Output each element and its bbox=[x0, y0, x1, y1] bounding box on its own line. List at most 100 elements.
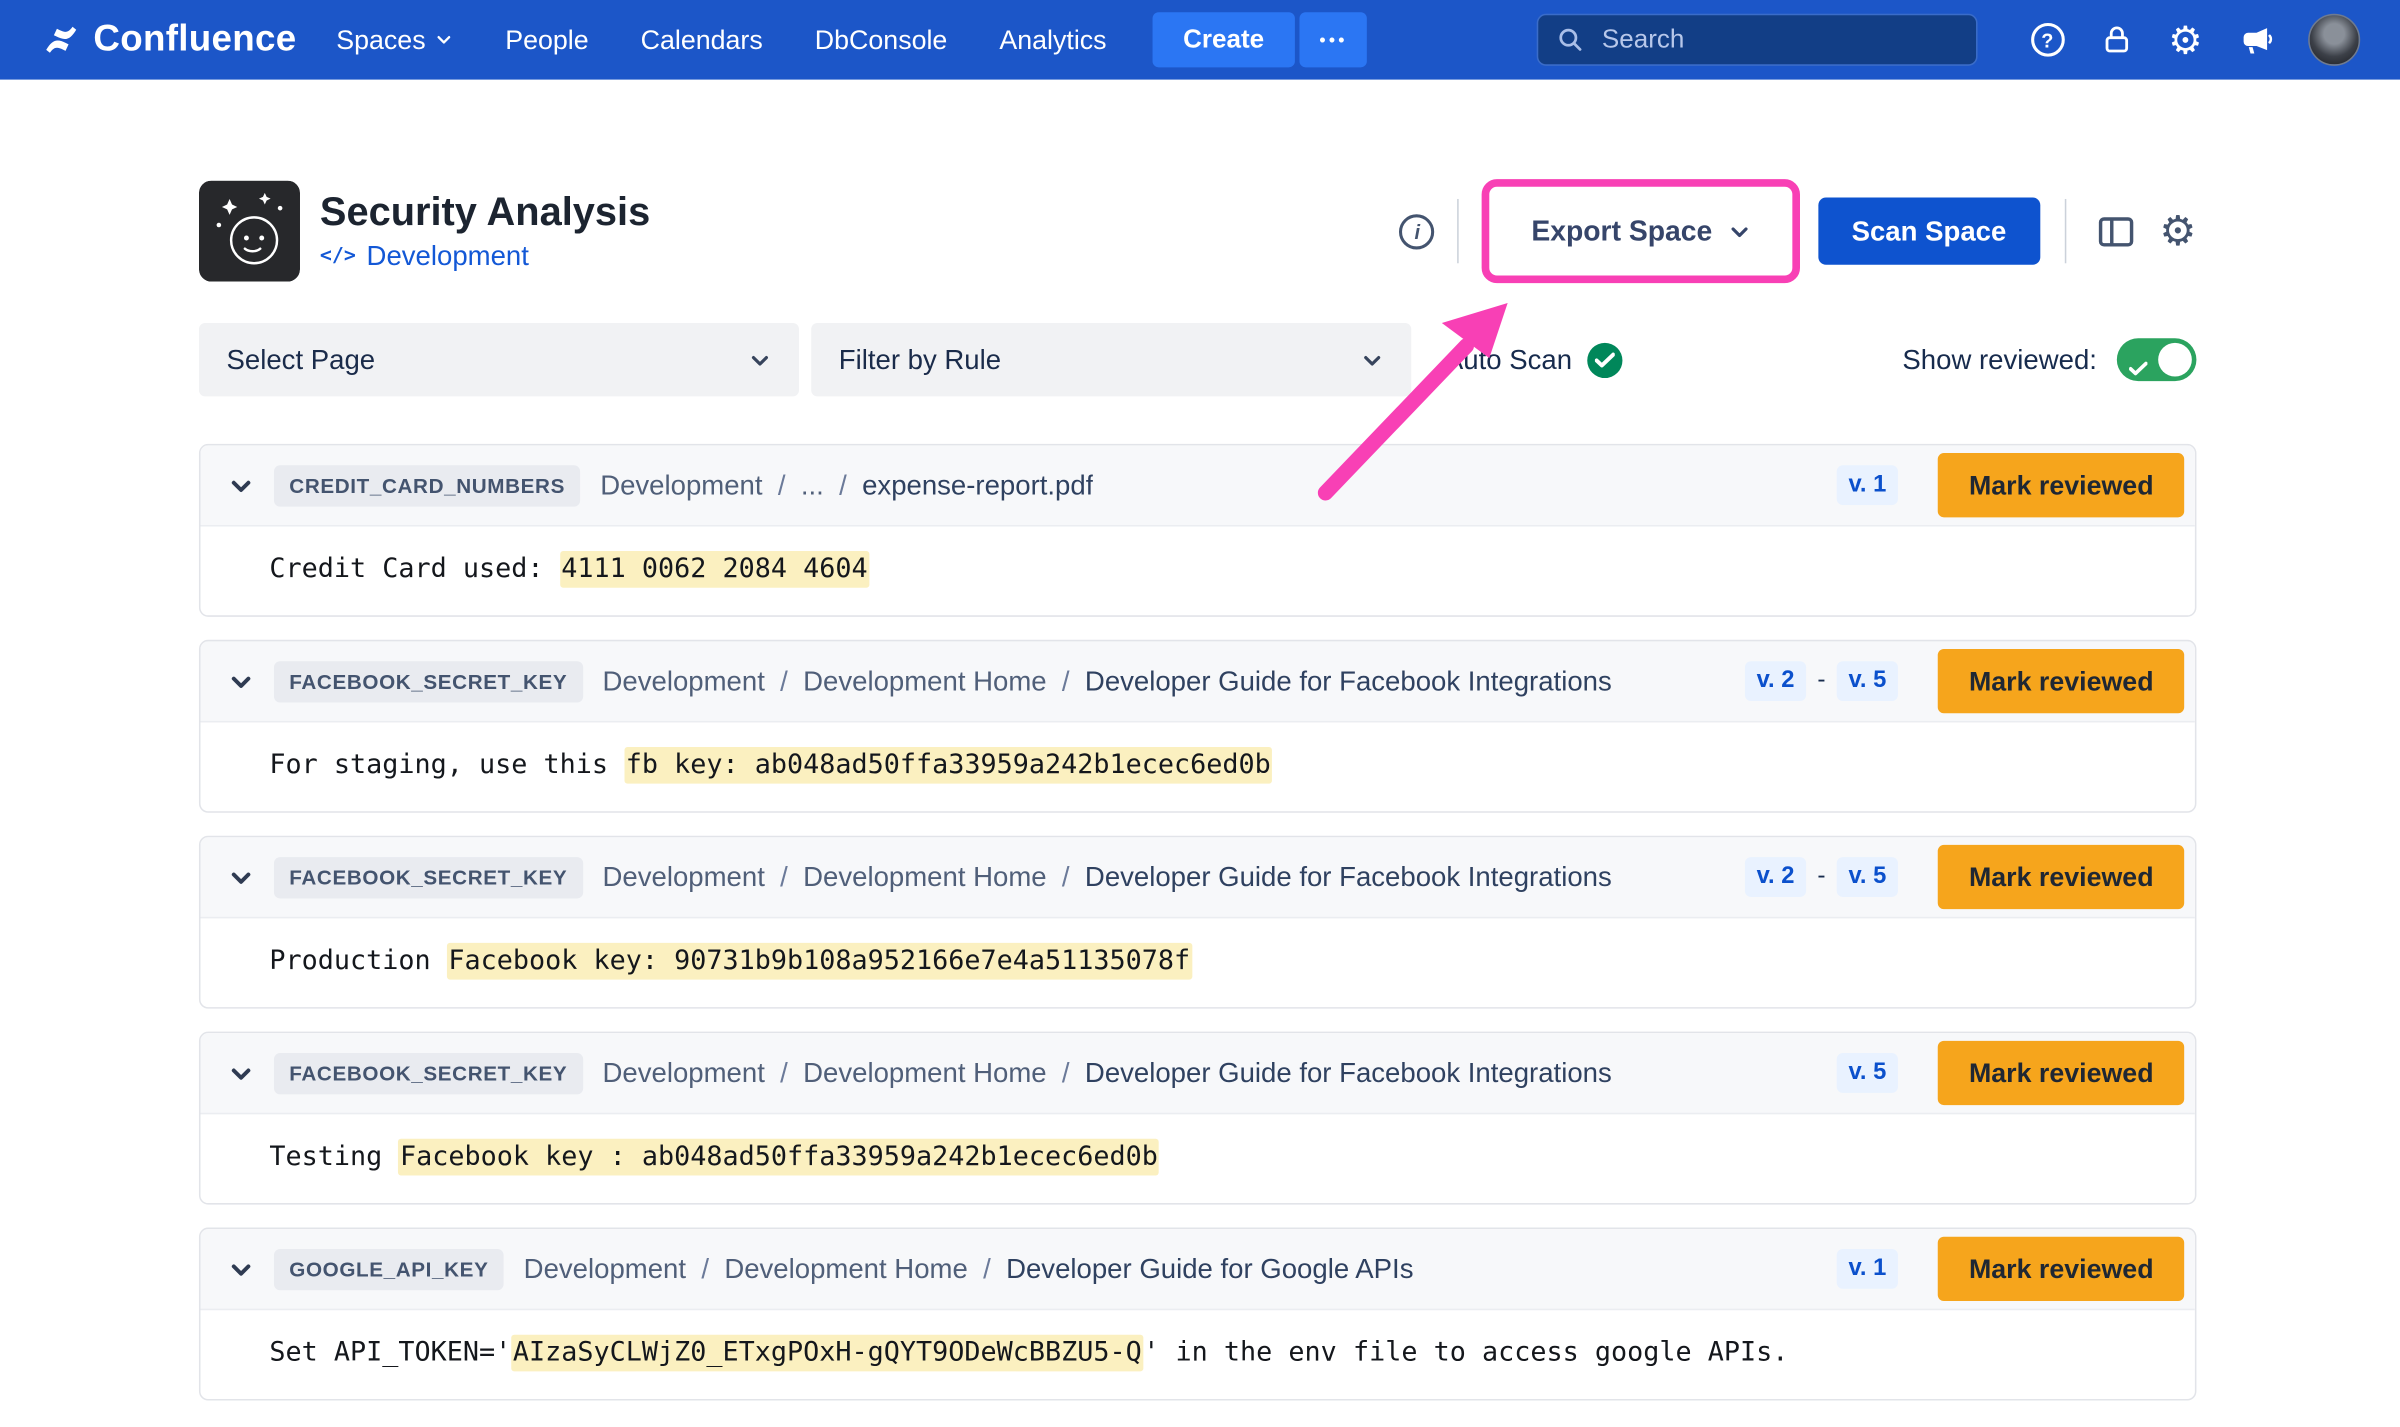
mark-reviewed-button[interactable]: Mark reviewed bbox=[1938, 649, 2184, 713]
snippet-highlight: Facebook key: 90731b9b108a952166e7e4a511… bbox=[447, 943, 1192, 980]
breadcrumb-segment[interactable]: Development bbox=[600, 469, 762, 501]
space-breadcrumb-link[interactable]: </> Development bbox=[320, 241, 650, 273]
mark-reviewed-button[interactable]: Mark reviewed bbox=[1938, 1041, 2184, 1105]
settings-gear-icon[interactable]: ⚙︎ bbox=[2168, 21, 2202, 59]
version-badge[interactable]: v. 5 bbox=[1836, 1053, 1898, 1093]
filter-by-rule-dropdown[interactable]: Filter by Rule bbox=[811, 323, 1411, 396]
filter-row: Select Page Filter by Rule Auto Scan Sho… bbox=[199, 323, 2196, 396]
version-badges: v. 1 bbox=[1836, 1249, 1898, 1289]
breadcrumb-segment[interactable]: Development bbox=[603, 1057, 765, 1089]
chevron-down-icon bbox=[1361, 348, 1384, 371]
collapse-chevron-icon[interactable] bbox=[228, 1256, 254, 1282]
result-breadcrumb: Development /... / expense-report.pdf bbox=[600, 469, 1093, 501]
nav-item-people[interactable]: People bbox=[505, 24, 588, 56]
nav-item-spaces[interactable]: Spaces bbox=[336, 24, 453, 56]
page-header: Security Analysis </> Development i Expo… bbox=[199, 181, 2196, 282]
version-badges: v. 2-v. 5 bbox=[1744, 661, 1898, 701]
collapse-chevron-icon[interactable] bbox=[228, 1060, 254, 1086]
mark-reviewed-button[interactable]: Mark reviewed bbox=[1938, 845, 2184, 909]
breadcrumb-separator: / bbox=[778, 469, 786, 501]
breadcrumb-segment[interactable]: expense-report.pdf bbox=[862, 469, 1093, 501]
info-icon[interactable]: i bbox=[1400, 214, 1435, 249]
snippet-prefix: Production bbox=[269, 946, 446, 977]
filter-by-rule-label: Filter by Rule bbox=[839, 344, 1001, 376]
breadcrumb-segment[interactable]: Developer Guide for Facebook Integration… bbox=[1085, 665, 1612, 697]
result-breadcrumb: Development/Development Home/Developer G… bbox=[603, 1057, 1612, 1089]
rule-badge: FACEBOOK_SECRET_KEY bbox=[274, 856, 583, 897]
version-badge[interactable]: v. 2 bbox=[1744, 857, 1806, 897]
result-card: CREDIT_CARD_NUMBERS Development /... / expe… bbox=[199, 444, 2196, 617]
breadcrumb-segment[interactable]: Developer Guide for Google APIs bbox=[1006, 1253, 1413, 1285]
annotation-highlight-box: Export Space bbox=[1482, 179, 1799, 283]
nav-links: Spaces People Calendars DbConsole Analyt… bbox=[336, 24, 1106, 56]
collapse-chevron-icon[interactable] bbox=[228, 864, 254, 890]
search-box[interactable] bbox=[1536, 14, 1977, 66]
breadcrumb-segment[interactable]: Development Home bbox=[724, 1253, 967, 1285]
export-space-label: Export Space bbox=[1531, 214, 1712, 248]
search-input[interactable] bbox=[1599, 23, 1957, 57]
lock-icon[interactable] bbox=[2099, 23, 2133, 57]
mark-reviewed-button[interactable]: Mark reviewed bbox=[1938, 1237, 2184, 1301]
breadcrumb-segment[interactable]: Development Home bbox=[803, 861, 1046, 893]
result-card: GOOGLE_API_KEY Development / Development H… bbox=[199, 1228, 2196, 1401]
nav-item-calendars[interactable]: Calendars bbox=[641, 24, 763, 56]
breadcrumb-segment[interactable]: Developer Guide for Facebook Integration… bbox=[1085, 1057, 1612, 1089]
breadcrumb-segment[interactable]: Development Home bbox=[803, 665, 1046, 697]
breadcrumb-separator: / bbox=[839, 469, 847, 501]
create-button[interactable]: Create bbox=[1152, 12, 1294, 67]
breadcrumb-separator: / bbox=[1062, 665, 1070, 697]
version-badge[interactable]: v. 2 bbox=[1744, 661, 1806, 701]
chevron-down-icon bbox=[748, 348, 771, 371]
rule-badge: FACEBOOK_SECRET_KEY bbox=[274, 1052, 583, 1093]
space-avatar[interactable] bbox=[199, 181, 300, 282]
result-card: FACEBOOK_SECRET_KEY Development / Developm… bbox=[199, 640, 2196, 813]
more-actions-button[interactable]: ••• bbox=[1299, 12, 1367, 67]
space-name: Development bbox=[367, 241, 529, 273]
mark-reviewed-button[interactable]: Mark reviewed bbox=[1938, 453, 2184, 517]
breadcrumb-segment[interactable]: Development bbox=[524, 1253, 686, 1285]
nav-item-dbconsole[interactable]: DbConsole bbox=[815, 24, 948, 56]
toggle-check-icon bbox=[2129, 352, 2147, 384]
nav-right-cluster: ? ⚙︎ bbox=[1536, 14, 2360, 66]
user-avatar[interactable] bbox=[2308, 14, 2360, 66]
help-icon[interactable]: ? bbox=[2030, 23, 2064, 57]
scan-space-button[interactable]: Scan Space bbox=[1818, 197, 2040, 264]
collapse-chevron-icon[interactable] bbox=[228, 472, 254, 498]
result-card-header: FACEBOOK_SECRET_KEY Development/Developm… bbox=[201, 837, 2195, 918]
rule-badge: GOOGLE_API_KEY bbox=[274, 1248, 504, 1289]
result-snippet: For staging, use this fb key: ab048ad50f… bbox=[201, 722, 2195, 811]
snippet-highlight: AIzaSyCLWjZ0_ETxgPOxH-gQYT9ODeWcBBZU5-Q bbox=[511, 1335, 1143, 1372]
breadcrumb-segment[interactable]: Development Home bbox=[803, 1057, 1046, 1089]
divider bbox=[1458, 199, 1460, 263]
megaphone-icon[interactable] bbox=[2238, 22, 2273, 57]
page-title: Security Analysis bbox=[320, 189, 650, 233]
breadcrumb-segment[interactable]: Developer Guide for Facebook Integration… bbox=[1085, 861, 1612, 893]
chevron-down-icon bbox=[435, 31, 453, 49]
version-badge[interactable]: v. 1 bbox=[1836, 465, 1898, 505]
confluence-logo-icon bbox=[43, 21, 80, 58]
result-breadcrumb: Development/Development Home/Developer G… bbox=[603, 861, 1612, 893]
show-reviewed-toggle[interactable] bbox=[2117, 338, 2197, 381]
version-badge[interactable]: v. 5 bbox=[1836, 857, 1898, 897]
side-panel-icon[interactable] bbox=[2095, 210, 2136, 251]
confluence-home-link[interactable]: Confluence bbox=[43, 18, 297, 61]
version-badge[interactable]: v. 5 bbox=[1836, 661, 1898, 701]
rule-badge: CREDIT_CARD_NUMBERS bbox=[274, 465, 580, 506]
nav-item-analytics[interactable]: Analytics bbox=[999, 24, 1106, 56]
rule-badge: FACEBOOK_SECRET_KEY bbox=[274, 660, 583, 701]
version-badge[interactable]: v. 1 bbox=[1836, 1249, 1898, 1289]
results-list: CREDIT_CARD_NUMBERS Development /... / expe… bbox=[199, 444, 2196, 1401]
breadcrumb-segment[interactable]: ... bbox=[801, 469, 824, 501]
breadcrumb-segment[interactable]: Development bbox=[603, 665, 765, 697]
breadcrumb-separator: / bbox=[701, 1253, 709, 1285]
breadcrumb-segment[interactable]: Development bbox=[603, 861, 765, 893]
space-settings-gear-icon[interactable]: ⚙︎ bbox=[2159, 210, 2196, 251]
select-page-dropdown[interactable]: Select Page bbox=[199, 323, 799, 396]
brand-wordmark: Confluence bbox=[93, 18, 296, 61]
export-space-button[interactable]: Export Space bbox=[1504, 197, 1778, 264]
result-card: FACEBOOK_SECRET_KEY Development/Developm… bbox=[199, 1032, 2196, 1205]
result-card-header: FACEBOOK_SECRET_KEY Development/Developm… bbox=[201, 1033, 2195, 1114]
version-badges: v. 5 bbox=[1836, 1053, 1898, 1093]
collapse-chevron-icon[interactable] bbox=[228, 668, 254, 694]
snippet-prefix: Credit Card used: bbox=[269, 554, 559, 585]
